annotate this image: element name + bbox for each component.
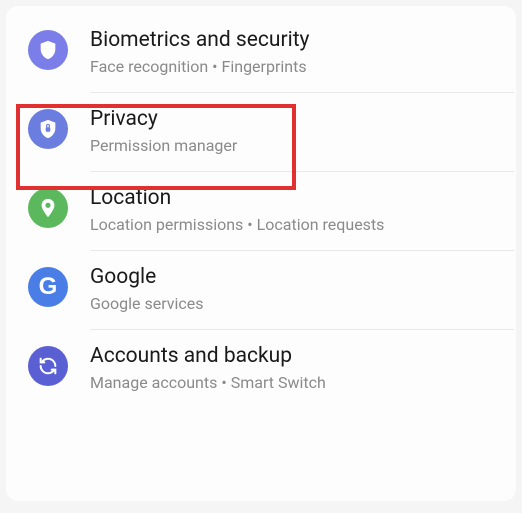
settings-item-location[interactable]: Location Location permissions • Location… (6, 172, 516, 250)
settings-item-privacy[interactable]: Privacy Permission manager (6, 93, 516, 171)
privacy-shield-icon (28, 109, 68, 149)
item-subtitle: Face recognition • Fingerprints (90, 57, 498, 78)
item-title: Google (90, 265, 498, 290)
item-title: Accounts and backup (90, 344, 498, 369)
item-title: Biometrics and security (90, 28, 498, 53)
shield-icon (28, 30, 68, 70)
settings-item-google[interactable]: G Google Google services (6, 251, 516, 329)
google-g-icon: G (28, 267, 68, 307)
item-title: Privacy (90, 107, 498, 132)
item-subtitle: Location permissions • Location requests (90, 215, 498, 236)
item-title: Location (90, 186, 498, 211)
settings-item-backup[interactable]: Accounts and backup Manage accounts • Sm… (6, 330, 516, 408)
item-text: Biometrics and security Face recognition… (90, 28, 498, 78)
settings-item-biometrics[interactable]: Biometrics and security Face recognition… (6, 14, 516, 92)
location-pin-icon (28, 188, 68, 228)
item-text: Accounts and backup Manage accounts • Sm… (90, 344, 498, 394)
item-text: Google Google services (90, 265, 498, 315)
item-subtitle: Permission manager (90, 136, 498, 157)
item-text: Location Location permissions • Location… (90, 186, 498, 236)
settings-list: Biometrics and security Face recognition… (6, 6, 516, 501)
item-text: Privacy Permission manager (90, 107, 498, 157)
item-subtitle: Manage accounts • Smart Switch (90, 373, 498, 394)
sync-icon (28, 346, 68, 386)
item-subtitle: Google services (90, 294, 498, 315)
